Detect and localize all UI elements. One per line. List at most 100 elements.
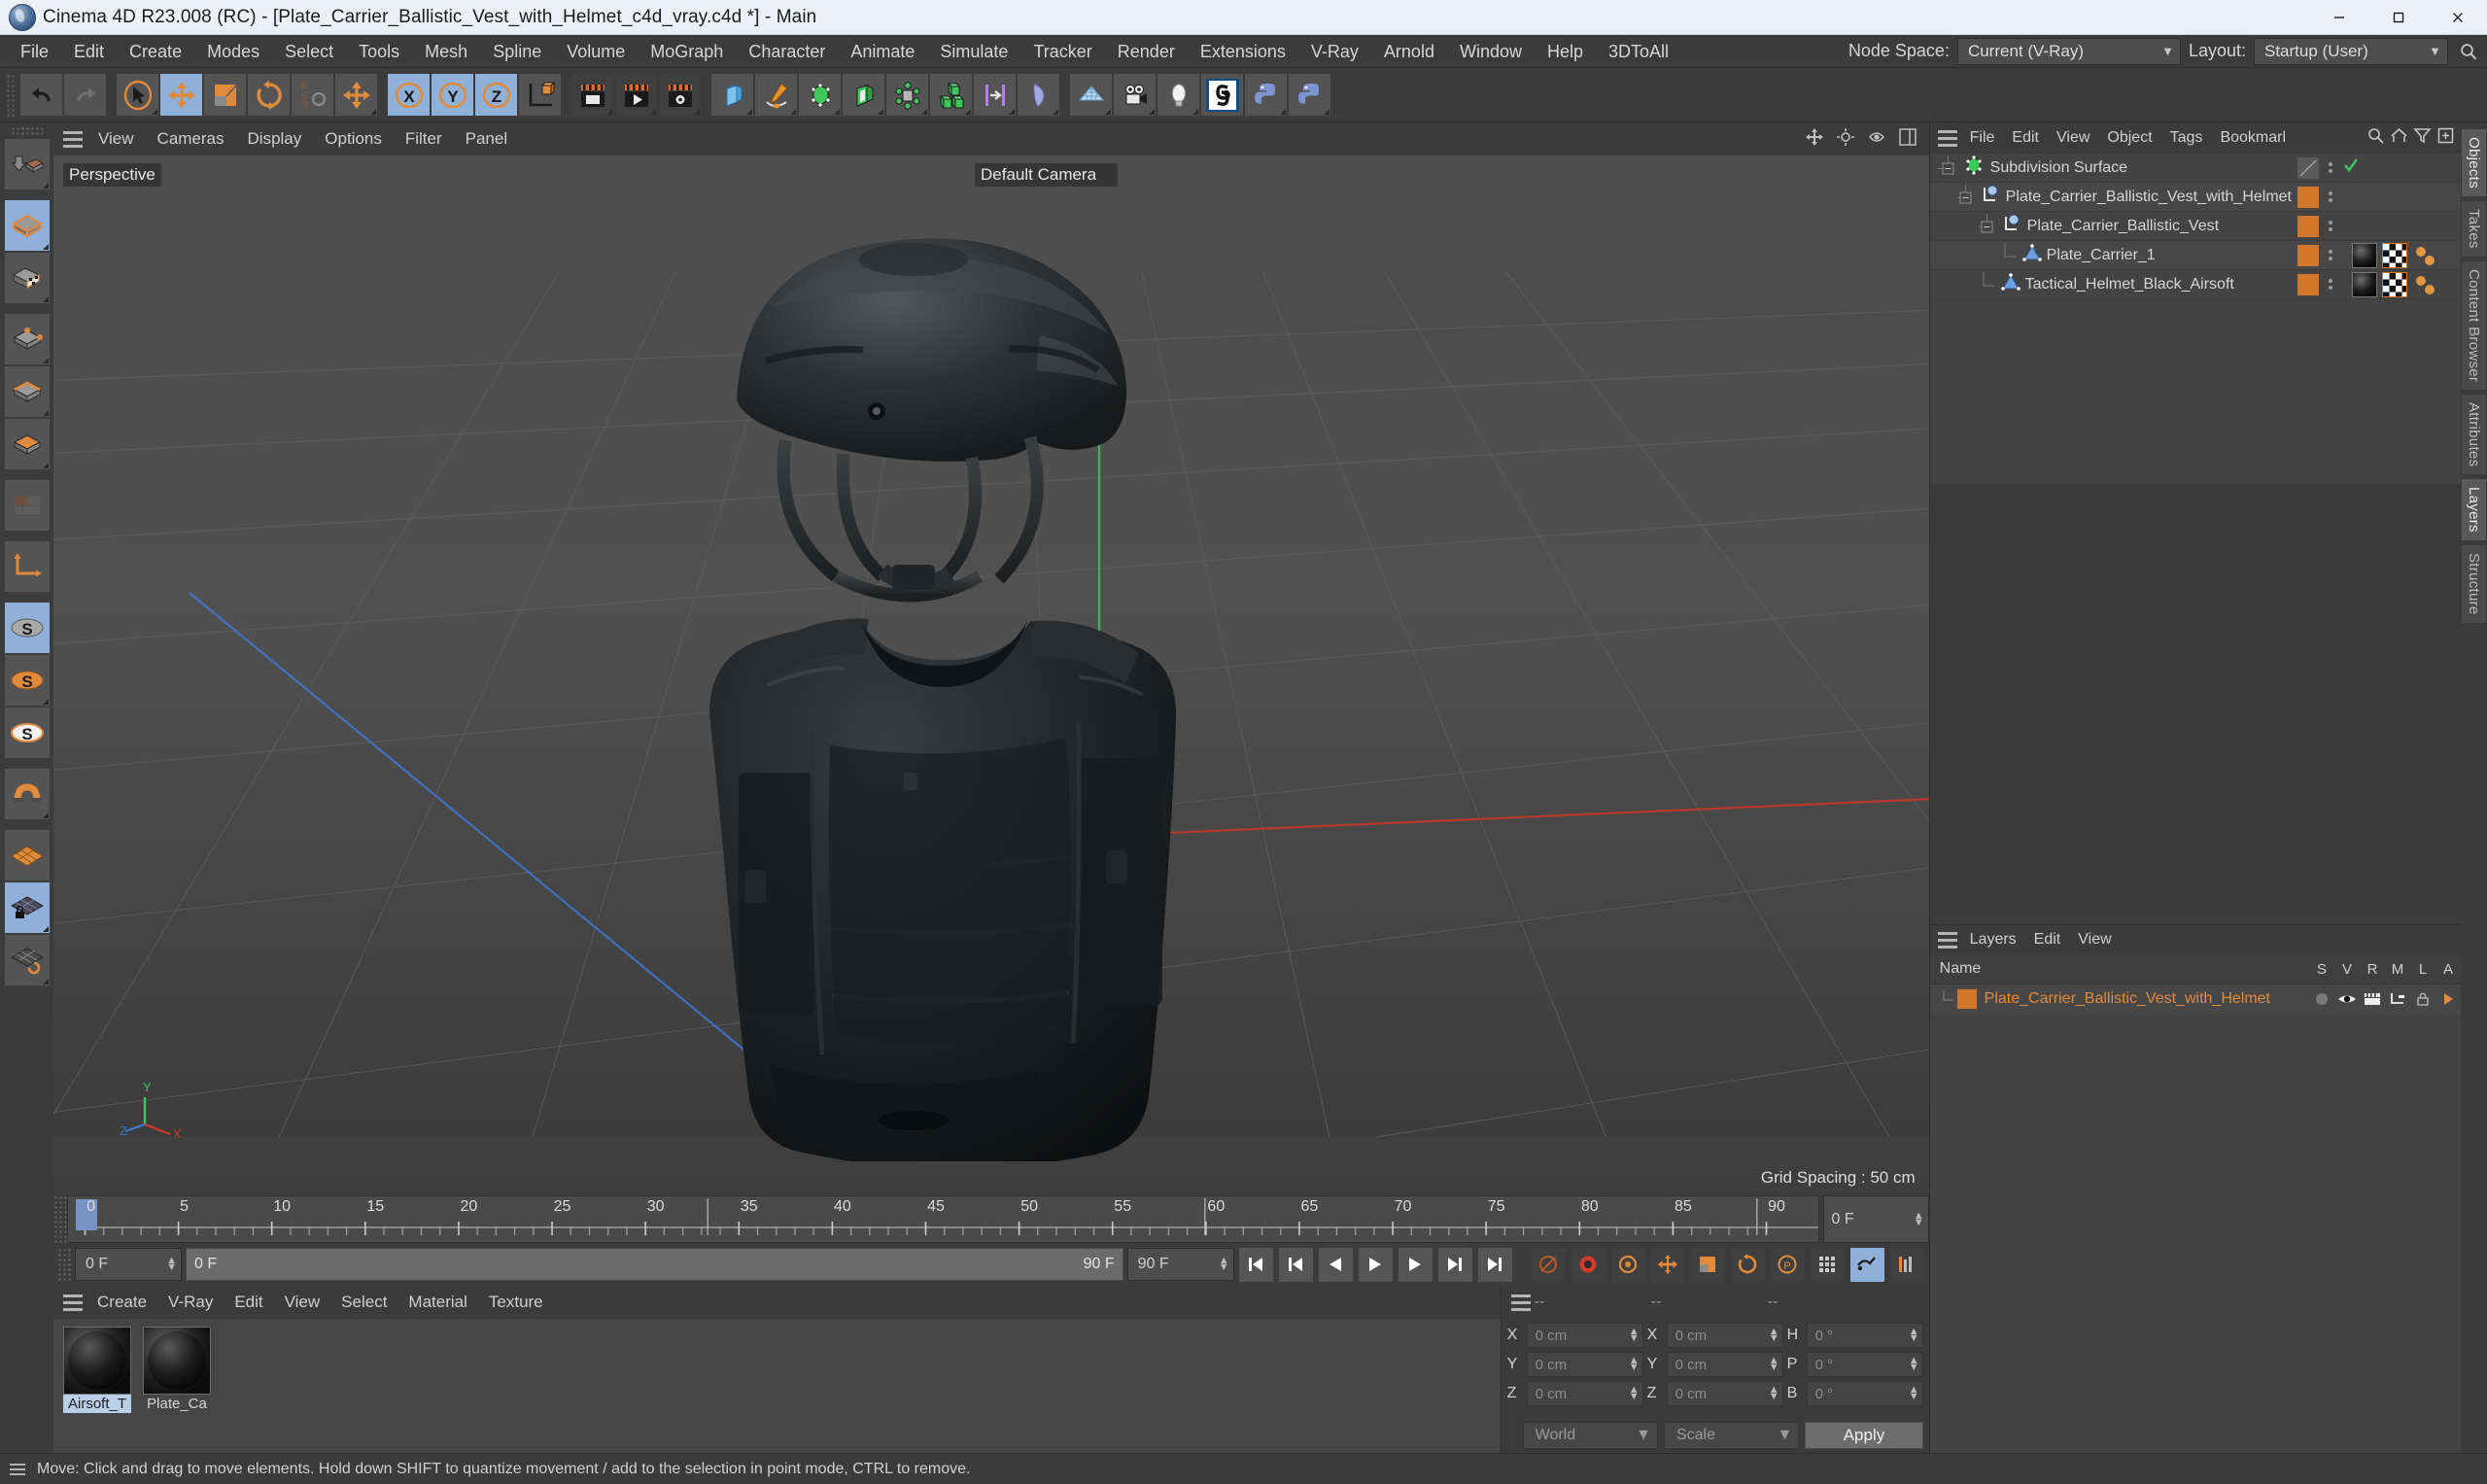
- current-frame-field[interactable]: 0 F ▲ ▼: [75, 1248, 182, 1281]
- add-layer-icon[interactable]: [2436, 126, 2455, 150]
- c4d-logo-button[interactable]: [1200, 73, 1244, 117]
- coordinate-system-select[interactable]: World ▼: [1522, 1422, 1658, 1449]
- tab-structure[interactable]: Structure: [2461, 544, 2487, 624]
- material-menu-texture[interactable]: Texture: [478, 1286, 554, 1319]
- expand-collapse-icon[interactable]: [1937, 155, 1963, 181]
- move-tool-button[interactable]: [159, 73, 203, 117]
- menu-help[interactable]: Help: [1535, 35, 1596, 68]
- table-row[interactable]: Plate_Carrier_1: [1929, 241, 2461, 270]
- polygons-mode-button[interactable]: [3, 418, 51, 470]
- viewport-menu-hamburger-icon[interactable]: [59, 127, 86, 151]
- snap-options-button[interactable]: S: [3, 707, 51, 759]
- viewport-menu-cameras[interactable]: Cameras: [146, 122, 236, 155]
- material-menu-view[interactable]: View: [274, 1286, 331, 1319]
- spinner-icon[interactable]: ▲ ▼: [1629, 1385, 1640, 1402]
- uvw-tag-icon[interactable]: [2382, 242, 2407, 268]
- panel-layout-icon[interactable]: [1898, 127, 1917, 152]
- model-mode-button[interactable]: [3, 199, 51, 252]
- material-menu-hamburger-icon[interactable]: [59, 1291, 86, 1314]
- transform-mode-select[interactable]: Scale ▼: [1663, 1422, 1800, 1449]
- material-menu-select[interactable]: Select: [330, 1286, 397, 1319]
- go-to-next-key-button[interactable]: [1436, 1246, 1473, 1283]
- table-row[interactable]: Subdivision Surface: [1929, 154, 2461, 183]
- floor-grid-button[interactable]: [1069, 73, 1113, 117]
- tab-content-browser[interactable]: Content Browser: [2461, 259, 2487, 391]
- material-menu-edit[interactable]: Edit: [224, 1286, 273, 1319]
- layer-color-swatch[interactable]: [2297, 273, 2319, 295]
- object-dots-icon[interactable]: [2329, 191, 2332, 202]
- material-menu-create[interactable]: Create: [86, 1286, 157, 1319]
- camera-button[interactable]: [1113, 73, 1157, 117]
- coord-input-pos-x[interactable]: 0 cm ▲ ▼: [1526, 1323, 1643, 1348]
- filter-icon[interactable]: [2413, 126, 2432, 150]
- menu-simulate[interactable]: Simulate: [927, 35, 1020, 68]
- enable-snap-button[interactable]: S: [3, 602, 51, 654]
- menu-file[interactable]: File: [8, 35, 61, 68]
- object-row-name[interactable]: Tactical_Helmet_Black_Airsoft: [2025, 276, 2234, 293]
- coordinates-menu-hamburger-icon[interactable]: [1507, 1291, 1535, 1314]
- layer-color-swatch[interactable]: [1956, 988, 1977, 1009]
- timeline-drag-handle[interactable]: [53, 1195, 67, 1243]
- menu-render[interactable]: Render: [1105, 35, 1188, 68]
- material-menu-vray[interactable]: V-Ray: [157, 1286, 224, 1319]
- coord-input-size-z[interactable]: 0 cm ▲ ▼: [1666, 1381, 1783, 1406]
- viewport-menu-filter[interactable]: Filter: [394, 122, 454, 155]
- step-forward-button[interactable]: [1397, 1246, 1433, 1283]
- workplane-lock-button[interactable]: [3, 881, 51, 934]
- render-settings-button[interactable]: [658, 73, 702, 117]
- menu-character[interactable]: Character: [736, 35, 838, 68]
- object-row-name[interactable]: Subdivision Surface: [1990, 159, 2127, 177]
- point-level-animation-button[interactable]: [1809, 1246, 1846, 1283]
- rotate-tool-button[interactable]: [247, 73, 291, 117]
- visibility-eye-icon[interactable]: [2334, 991, 2360, 1007]
- status-hamburger-icon[interactable]: [6, 1461, 29, 1478]
- coord-input-rot-h[interactable]: 0 ° ▲ ▼: [1806, 1323, 1923, 1348]
- keyframe-selection-button[interactable]: [1609, 1246, 1646, 1283]
- viewport-menu-options[interactable]: Options: [313, 122, 394, 155]
- apply-button[interactable]: Apply: [1805, 1422, 1923, 1449]
- bend-deformer-button[interactable]: [842, 73, 885, 117]
- viewport-3d[interactable]: Perspective Default Camera Y X Z Grid Sp…: [53, 155, 1929, 1195]
- object-dots-icon[interactable]: [2329, 279, 2332, 290]
- material-item[interactable]: Plate_Ca: [143, 1327, 211, 1413]
- light-bulb-button[interactable]: [1157, 73, 1200, 117]
- close-button[interactable]: [2428, 0, 2487, 35]
- search-icon[interactable]: [2366, 126, 2385, 150]
- edges-mode-button[interactable]: [3, 365, 51, 418]
- render-view-button[interactable]: [570, 73, 614, 117]
- axis-z-button[interactable]: Z: [474, 73, 518, 117]
- selection-tag-icon[interactable]: [2412, 272, 2437, 297]
- menu-volume[interactable]: Volume: [554, 35, 638, 68]
- layer-color-swatch[interactable]: [2297, 244, 2319, 266]
- layer-menu-layers[interactable]: Layers: [1961, 924, 2025, 955]
- menu-tracker[interactable]: Tracker: [1020, 35, 1104, 68]
- effector-button[interactable]: [973, 73, 1017, 117]
- menu-mograph[interactable]: MoGraph: [638, 35, 736, 68]
- table-row[interactable]: Tactical_Helmet_Black_Airsoft: [1929, 270, 2461, 299]
- undo-button[interactable]: [19, 73, 63, 117]
- menu-window[interactable]: Window: [1447, 35, 1535, 68]
- layer-menu-edit[interactable]: Edit: [2025, 924, 2070, 955]
- object-menu-tags[interactable]: Tags: [2161, 122, 2212, 154]
- rotation-key-button[interactable]: [1729, 1246, 1766, 1283]
- scale-tool-button[interactable]: [203, 73, 247, 117]
- snap-settings-button[interactable]: S: [3, 654, 51, 707]
- object-menu-edit[interactable]: Edit: [2003, 122, 2048, 154]
- visibility-toggle-icon[interactable]: [2297, 156, 2319, 179]
- parameter-key-button[interactable]: P: [1769, 1246, 1806, 1283]
- selection-tag-icon[interactable]: [2412, 243, 2437, 268]
- zoom-view-icon[interactable]: [1867, 127, 1886, 152]
- table-row[interactable]: Plate_Carrier_Ballistic_Vest_with_Helmet: [1929, 183, 2461, 212]
- field-button[interactable]: [1017, 73, 1060, 117]
- magnet-button[interactable]: [3, 768, 51, 820]
- python-generator-button[interactable]: [1244, 73, 1288, 117]
- points-mode-button[interactable]: [3, 313, 51, 365]
- material-tag-icon[interactable]: [2352, 242, 2377, 268]
- timeline-ruler[interactable]: 0 5 10 15 20 25 30 35 40 45 50 55 60 65 70 75 80 85 90: [66, 1195, 1819, 1243]
- go-to-previous-key-button[interactable]: [1277, 1246, 1314, 1283]
- object-menu-file[interactable]: File: [1961, 122, 2004, 154]
- list-item[interactable]: Plate_Carrier_Ballistic_Vest_with_Helmet: [1929, 984, 2461, 1014]
- menu-select[interactable]: Select: [272, 35, 346, 68]
- object-manager-hamburger-icon[interactable]: [1934, 126, 1961, 150]
- axis-y-button[interactable]: Y: [431, 73, 474, 117]
